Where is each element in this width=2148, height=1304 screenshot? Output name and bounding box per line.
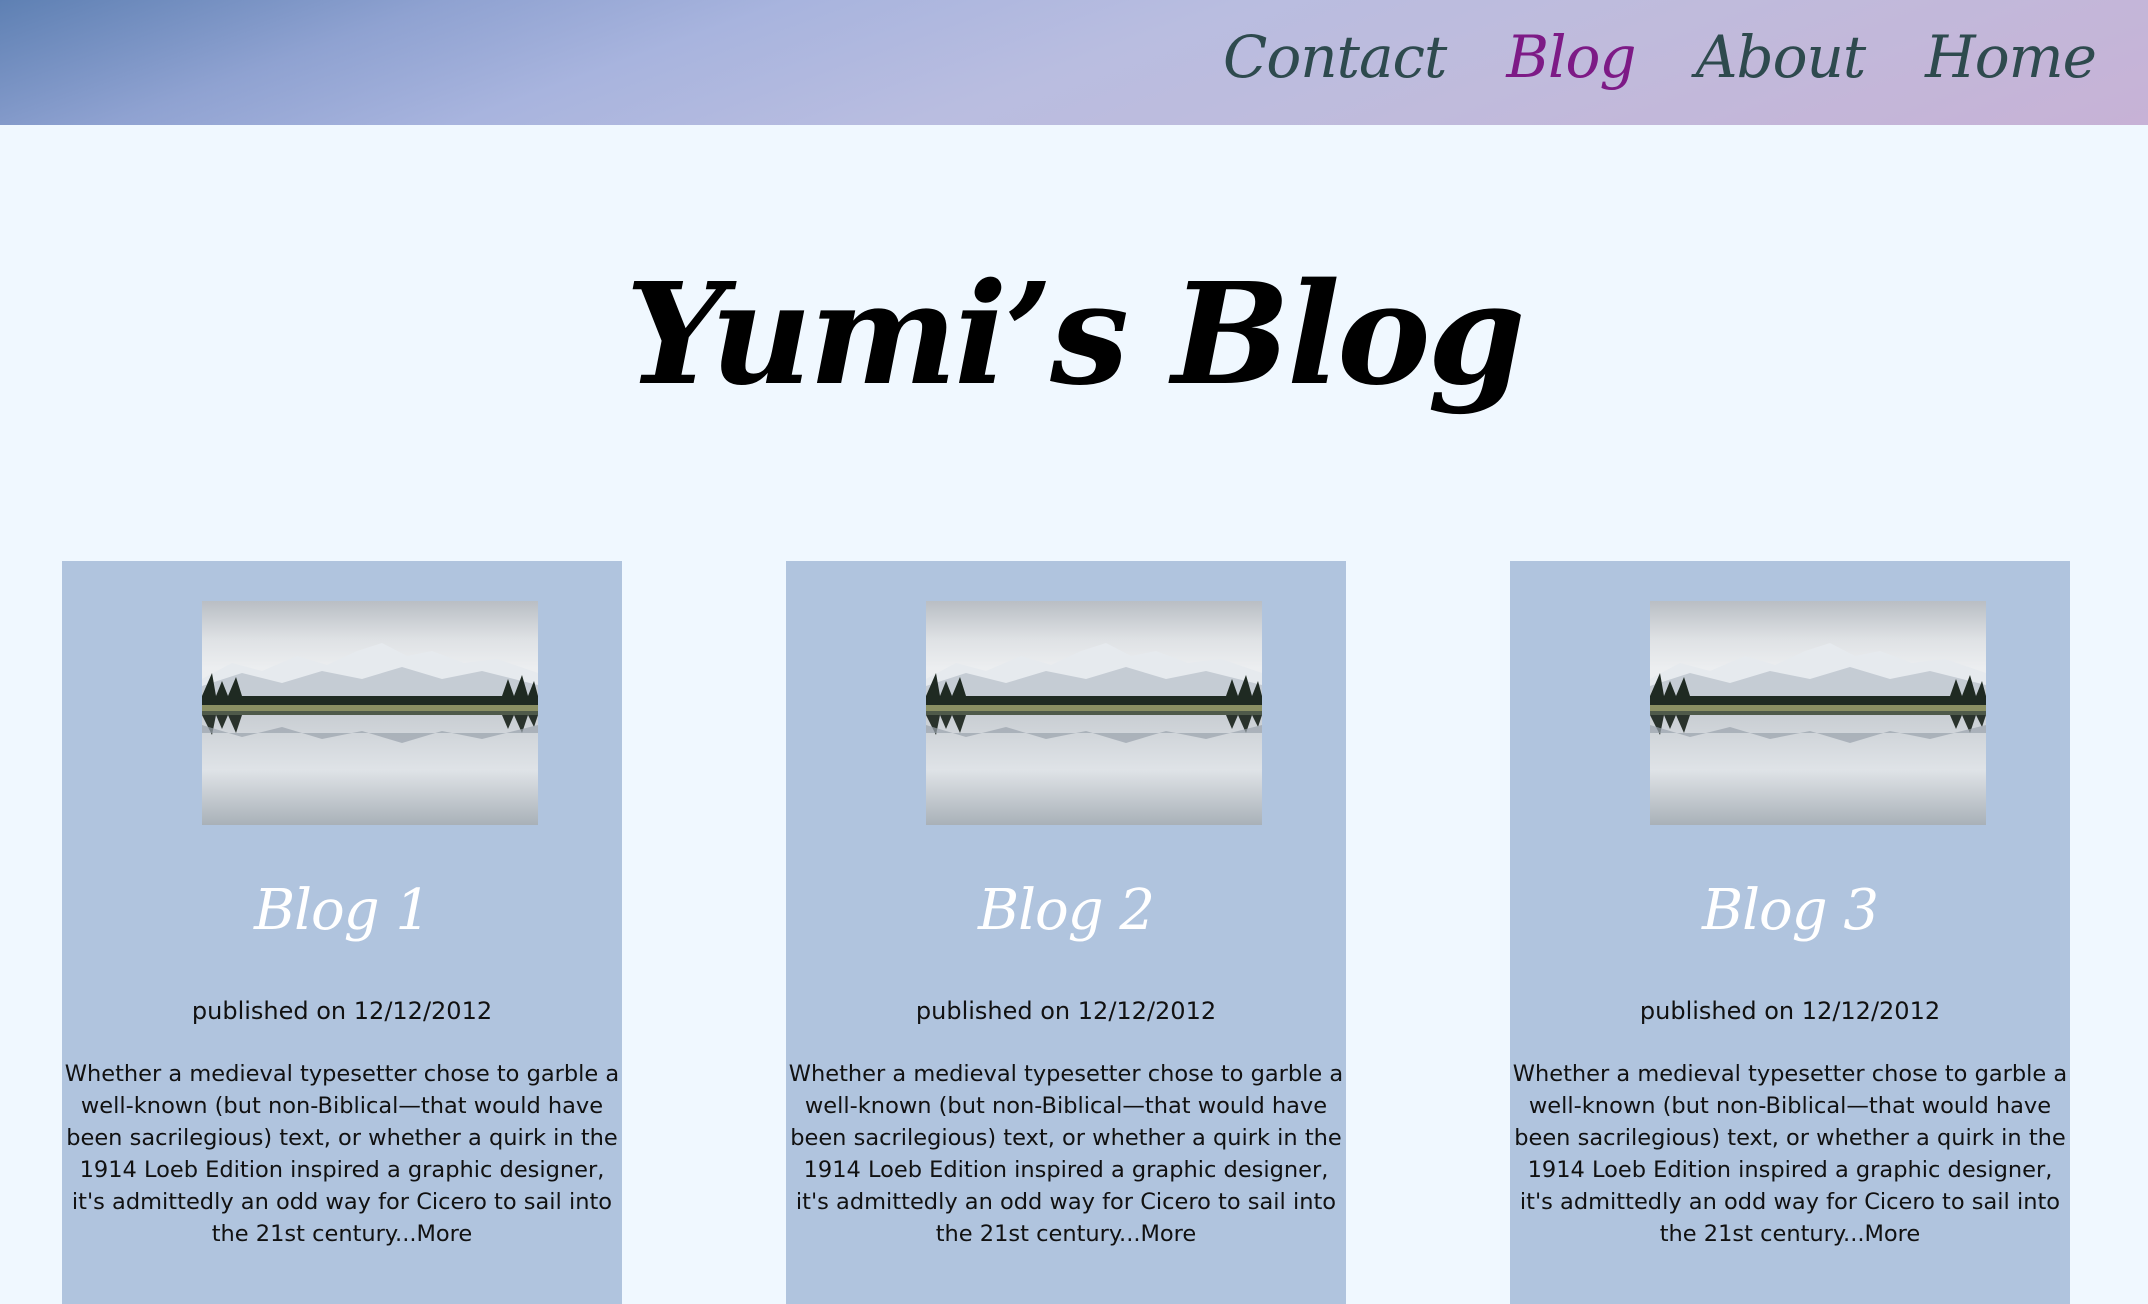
published-date: published on 12/12/2012: [915, 997, 1217, 1025]
nav-link-blog[interactable]: Blog: [1476, 12, 1665, 102]
card-excerpt: Whether a medieval typesetter chose to g…: [1510, 1058, 2070, 1250]
mountain-lake-reflection-image: [1650, 601, 1986, 825]
more-link[interactable]: More: [1141, 1221, 1197, 1247]
blog-card: Blog 3 published on 12/12/2012 Whether a…: [1510, 561, 2070, 1304]
excerpt-text: Whether a medieval typesetter chose to g…: [788, 1061, 1344, 1247]
nav-link-home[interactable]: Home: [1895, 12, 2126, 102]
nav-link-about[interactable]: About: [1666, 12, 1896, 102]
blog-card: Blog 2 published on 12/12/2012 Whether a…: [786, 561, 1346, 1304]
published-date: published on 12/12/2012: [1639, 997, 1941, 1025]
page-title: Yumi’s Blog: [625, 253, 1526, 417]
nav-link-contact[interactable]: Contact: [1193, 12, 1476, 102]
excerpt-text: Whether a medieval typesetter chose to g…: [1512, 1061, 2068, 1247]
mountain-lake-reflection-image: [926, 601, 1262, 825]
blog-card: Blog 1 published on 12/12/2012 Whether a…: [62, 561, 622, 1304]
published-date: published on 12/12/2012: [191, 997, 493, 1025]
more-link[interactable]: More: [1865, 1221, 1921, 1247]
card-excerpt: Whether a medieval typesetter chose to g…: [62, 1058, 622, 1250]
card-title: Blog 2: [977, 878, 1155, 943]
card-title: Blog 3: [1701, 878, 1879, 943]
card-title: Blog 1: [253, 878, 431, 943]
excerpt-text: Whether a medieval typesetter chose to g…: [64, 1061, 620, 1247]
mountain-lake-reflection-image: [202, 601, 538, 825]
more-link[interactable]: More: [417, 1221, 473, 1247]
card-excerpt: Whether a medieval typesetter chose to g…: [786, 1058, 1346, 1250]
site-header: Home About Blog Contact: [0, 0, 2148, 125]
main-nav: Home About Blog Contact: [1193, 12, 2126, 102]
